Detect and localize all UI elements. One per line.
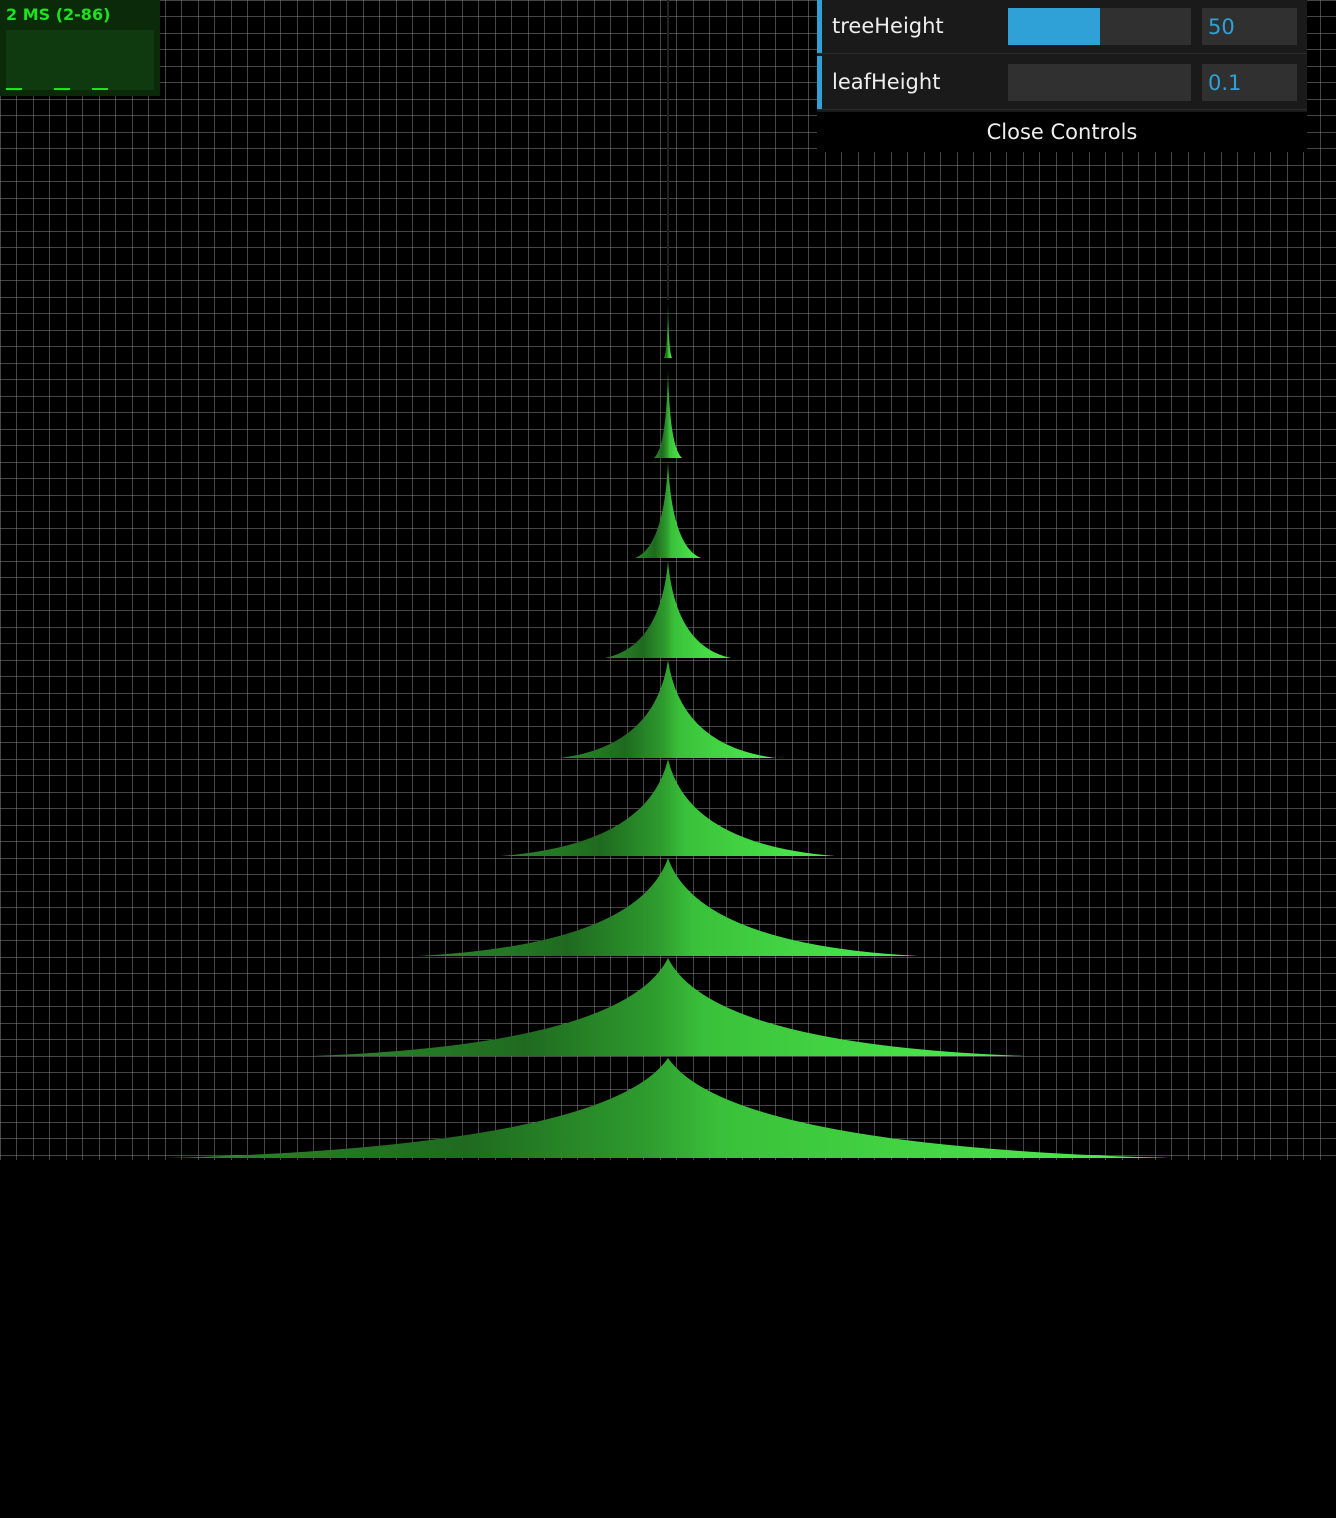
stats-frame-time: 2 MS (2-86) [6,5,111,24]
3d-scene-canvas[interactable] [0,0,1336,1518]
stats-graph [6,30,154,90]
close-controls-button[interactable]: Close Controls [817,112,1307,152]
control-row-leaf-height: leafHeight [817,56,1307,110]
controls-panel: treeHeight leafHeight Close Controls [817,0,1307,152]
stats-graph-bar [92,88,108,90]
stats-graph-bar [54,88,70,90]
row-accent [817,0,822,53]
tree-height-input[interactable] [1202,8,1297,45]
tree-height-slider-fill [1008,8,1100,45]
leaf-height-label: leafHeight [832,70,941,94]
tree-height-slider[interactable] [1008,8,1191,45]
row-accent [817,56,822,109]
stats-graph-bar [6,88,22,90]
leaf-height-input[interactable] [1202,64,1297,101]
control-row-tree-height: treeHeight [817,0,1307,54]
stats-panel[interactable]: 2 MS (2-86) [0,0,160,96]
tree-height-label: treeHeight [832,14,944,38]
leaf-height-slider[interactable] [1008,64,1191,101]
